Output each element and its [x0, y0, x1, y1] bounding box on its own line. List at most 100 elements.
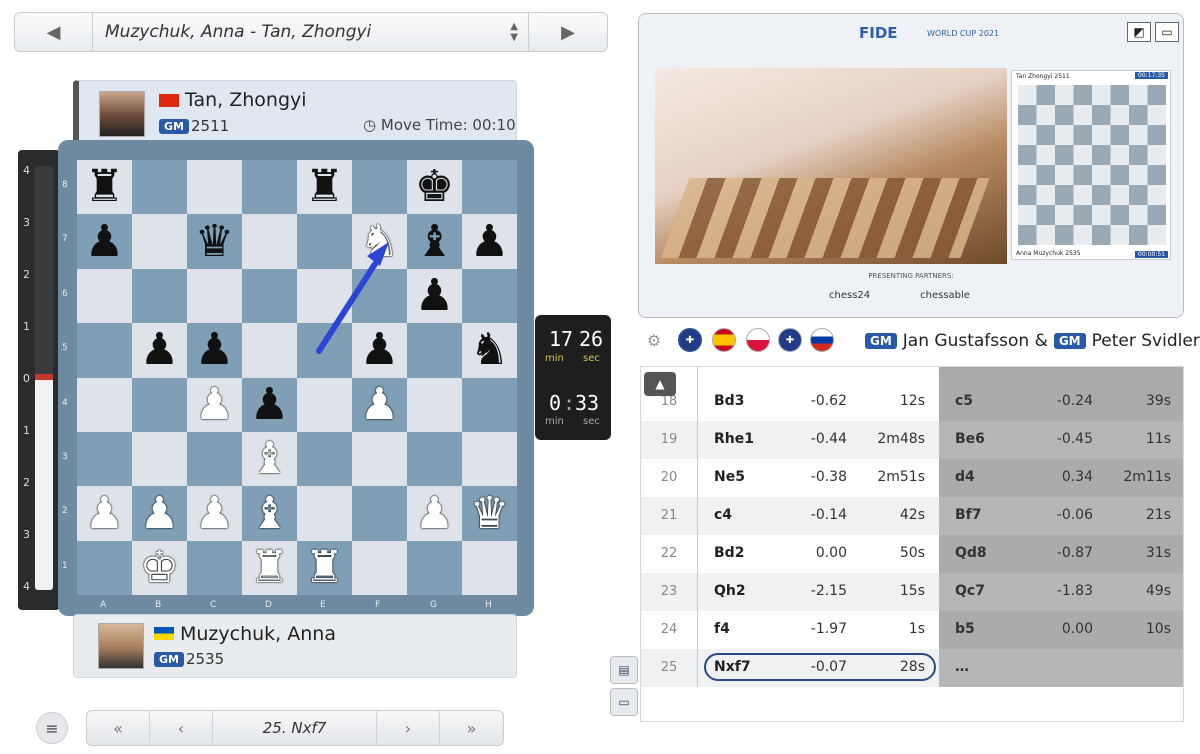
square-c3[interactable] [187, 431, 242, 487]
white-move-cell[interactable]: Nxf7 -0.07 28s [697, 649, 939, 687]
white-king-icon[interactable]: ♚ [140, 545, 179, 590]
next-move-button[interactable]: › [377, 711, 440, 745]
white-knight-icon[interactable]: ♞ [360, 219, 399, 264]
settings-icon[interactable]: ⚙ [642, 328, 666, 352]
black-pawn-icon[interactable]: ♟ [360, 328, 399, 372]
square-d4[interactable]: ♟ [242, 377, 297, 432]
black-move-cell[interactable]: Qd8 -0.87 31s [939, 535, 1183, 573]
chat-icon[interactable]: ▭ [610, 688, 638, 716]
square-d6[interactable] [242, 268, 297, 324]
square-c8[interactable] [187, 160, 242, 215]
square-d2[interactable]: ♝ [242, 486, 297, 541]
square-c5[interactable]: ♟ [187, 323, 242, 378]
square-f5[interactable]: ♟ [352, 323, 407, 378]
square-b2[interactable]: ♟ [132, 486, 187, 541]
square-f4[interactable]: ♟ [352, 377, 407, 432]
white-pawn-icon[interactable]: ♟ [140, 491, 179, 536]
square-g2[interactable]: ♟ [407, 486, 462, 541]
square-e8[interactable]: ♜ [297, 160, 352, 215]
square-a1[interactable] [77, 540, 132, 596]
square-f1[interactable] [352, 540, 407, 596]
square-d5[interactable] [242, 323, 297, 378]
collapse-up-icon[interactable]: ▲ [644, 372, 676, 396]
square-e7[interactable] [297, 214, 352, 269]
square-f3[interactable] [352, 431, 407, 487]
square-b7[interactable] [132, 214, 187, 269]
square-b4[interactable] [132, 377, 187, 432]
black-pawn-icon[interactable]: ♟ [85, 219, 124, 264]
square-g7[interactable]: ♝ [407, 214, 462, 269]
square-a2[interactable]: ♟ [77, 486, 132, 541]
square-b8[interactable] [132, 160, 187, 215]
square-d3[interactable]: ♝ [242, 431, 297, 487]
black-move-cell[interactable]: c5 -0.24 39s [939, 383, 1183, 421]
language-english-icon[interactable]: ✚ [778, 328, 802, 352]
square-c4[interactable]: ♟ [187, 377, 242, 432]
square-e2[interactable] [297, 486, 352, 541]
square-a4[interactable] [77, 377, 132, 432]
square-e5[interactable] [297, 323, 352, 378]
white-pawn-icon[interactable]: ♟ [195, 382, 234, 427]
square-b6[interactable] [132, 268, 187, 324]
square-f8[interactable] [352, 160, 407, 215]
first-move-button[interactable]: « [87, 711, 150, 745]
square-e1[interactable]: ♜ [297, 540, 352, 596]
square-h1[interactable] [462, 540, 517, 596]
previous-game-button[interactable]: ◀ [15, 13, 93, 51]
white-rook-icon[interactable]: ♜ [250, 545, 289, 590]
square-b1[interactable]: ♚ [132, 540, 187, 596]
square-c2[interactable]: ♟ [187, 486, 242, 541]
white-pawn-icon[interactable]: ♟ [85, 491, 124, 536]
square-g1[interactable] [407, 540, 462, 596]
notation-view-icon[interactable]: ▤ [610, 656, 638, 684]
popout-icon[interactable]: ◩ [1127, 22, 1151, 42]
white-queen-icon[interactable]: ♛ [470, 491, 509, 536]
black-pawn-icon[interactable]: ♟ [250, 382, 289, 427]
square-d8[interactable] [242, 160, 297, 215]
square-h8[interactable] [462, 160, 517, 215]
square-e4[interactable] [297, 377, 352, 432]
square-c7[interactable]: ♛ [187, 214, 242, 269]
white-move-cell[interactable]: Bd2 0.00 50s [697, 535, 939, 573]
square-c6[interactable] [187, 268, 242, 324]
white-bishop-icon[interactable]: ♝ [250, 491, 289, 536]
square-d1[interactable]: ♜ [242, 540, 297, 596]
white-move-cell[interactable]: Bd3 -0.62 12s [697, 383, 939, 421]
previous-move-button[interactable]: ‹ [150, 711, 213, 745]
black-move-cell[interactable]: b5 0.00 10s [939, 611, 1183, 649]
square-h3[interactable] [462, 431, 517, 487]
white-move-cell[interactable]: c4 -0.14 42s [697, 497, 939, 535]
language-polish-icon[interactable] [746, 328, 770, 352]
square-h6[interactable] [462, 268, 517, 324]
square-g4[interactable] [407, 377, 462, 432]
square-d7[interactable] [242, 214, 297, 269]
language-spanish-icon[interactable] [712, 328, 736, 352]
square-e3[interactable] [297, 431, 352, 487]
square-b3[interactable] [132, 431, 187, 487]
square-a5[interactable] [77, 323, 132, 378]
chess-board[interactable]: ♜ ♜ ♚ ♟ ♛ ♞ ♝ ♟ ♟ ♟ ♟ ♟ ♞ ♟ ♟ ♟ ♝ ♟ ♟ ♟ ♝ ♟ ♛ ♚ ♜ ♜ [77, 160, 517, 596]
video-player[interactable]: FIDE WORLD CUP 2021 ◩ ▭ Tan Zhongyi 2511… [638, 13, 1184, 318]
white-pawn-icon[interactable]: ♟ [360, 382, 399, 427]
black-pawn-icon[interactable]: ♟ [195, 328, 234, 372]
black-pawn-icon[interactable]: ♟ [415, 273, 454, 318]
black-move-cell[interactable]: … [939, 649, 1183, 687]
black-bishop-icon[interactable]: ♝ [415, 219, 454, 264]
square-f2[interactable] [352, 486, 407, 541]
square-a8[interactable]: ♜ [77, 160, 132, 215]
white-pawn-icon[interactable]: ♟ [415, 491, 454, 536]
white-move-cell[interactable]: Rhe1 -0.44 2m48s [697, 421, 939, 459]
square-g5[interactable] [407, 323, 462, 378]
square-g3[interactable] [407, 431, 462, 487]
black-king-icon[interactable]: ♚ [415, 165, 454, 209]
black-rook-icon[interactable]: ♜ [305, 165, 344, 209]
white-rook-icon[interactable]: ♜ [305, 545, 344, 590]
next-game-button[interactable]: ▶ [529, 13, 607, 51]
white-pawn-icon[interactable]: ♟ [195, 491, 234, 536]
square-h7[interactable]: ♟ [462, 214, 517, 269]
white-move-cell[interactable]: f4 -1.97 1s [697, 611, 939, 649]
square-b5[interactable]: ♟ [132, 323, 187, 378]
language-english-icon[interactable]: ✚ [678, 328, 702, 352]
black-move-cell[interactable]: Be6 -0.45 11s [939, 421, 1183, 459]
square-f6[interactable] [352, 268, 407, 324]
